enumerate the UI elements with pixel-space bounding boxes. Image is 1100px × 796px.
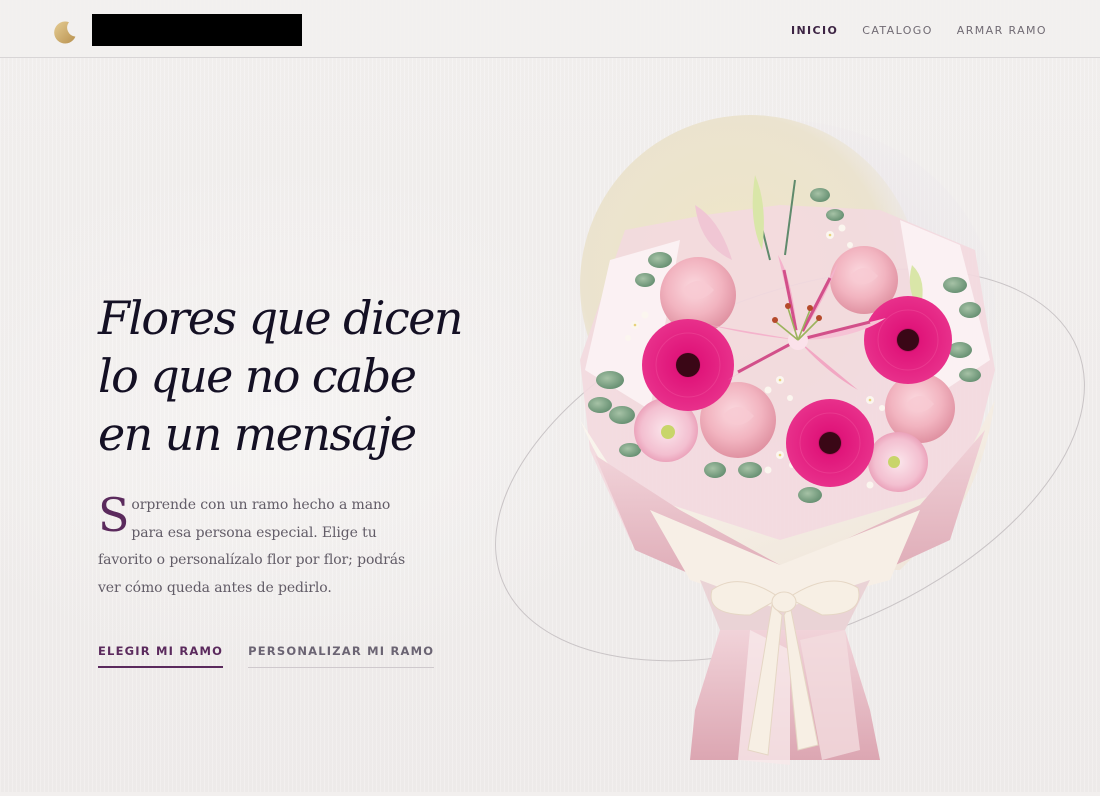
choose-bouquet-button[interactable]: ELEGIR MI RAMO [98,644,224,668]
hero-title: Flores que dicen lo que no cabe en un me… [98,289,538,463]
nav-item-catalogo[interactable]: CATALOGO [862,24,933,37]
bouquet-illustration [450,110,1100,792]
nav-item-inicio[interactable]: INICIO [791,24,838,37]
hero-actions: ELEGIR MI RAMO PERSONALIZAR MI RAMO [98,644,435,668]
hero-title-line-1: Flores que dicen [98,291,463,345]
top-navigation-bar: INICIO CATALOGO ARMAR RAMO [0,0,1100,58]
hero-title-line-3: en un mensaje [98,407,417,461]
brand-name[interactable] [92,14,302,46]
hero-description: Sorprende con un ramo hecho a mano para … [98,492,418,602]
hero-description-dropcap: S [98,488,130,542]
crescent-moon-icon[interactable] [52,19,78,45]
nav-item-armar-ramo[interactable]: ARMAR RAMO [957,24,1047,37]
customize-bouquet-button[interactable]: PERSONALIZAR MI RAMO [248,644,435,668]
hero-description-text: orprende con un ramo hecho a mano para e… [98,497,406,596]
hero-title-line-2: lo que no cabe [98,349,417,403]
main-nav: INICIO CATALOGO ARMAR RAMO [791,24,1047,37]
